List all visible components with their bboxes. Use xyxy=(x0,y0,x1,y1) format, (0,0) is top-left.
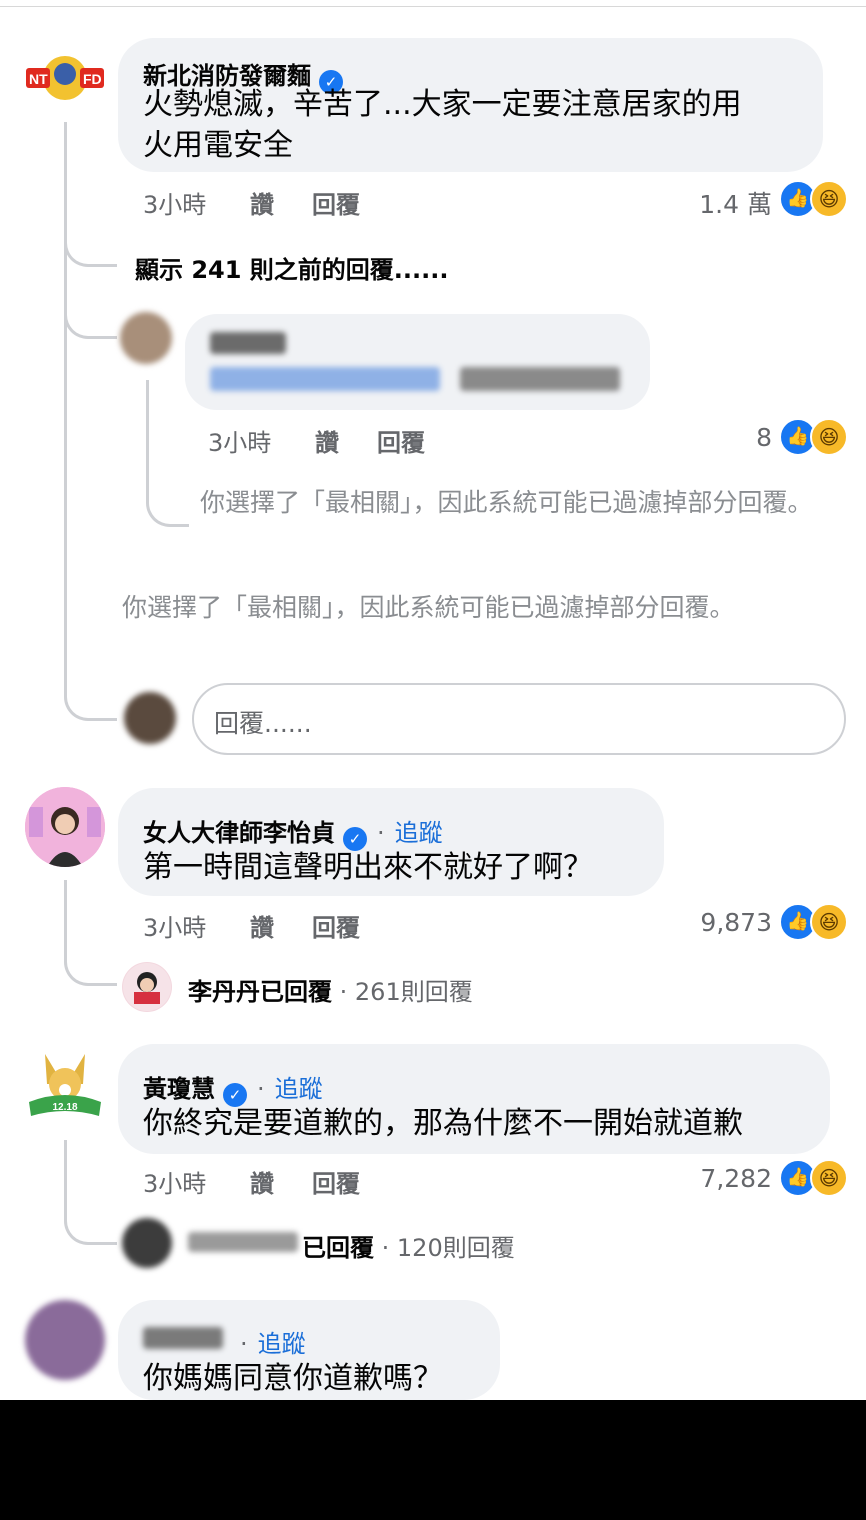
svg-text:NT: NT xyxy=(29,71,48,87)
reply-text-redacted xyxy=(460,367,620,391)
thread-line xyxy=(64,122,67,682)
haha-reaction-icon: 😆 xyxy=(810,418,848,456)
like-button[interactable]: 讚 xyxy=(250,1164,274,1199)
filter-note: 你選擇了「最相關」，因此系統可能已過濾掉部分回覆。 xyxy=(122,593,735,622)
thread-connector xyxy=(146,480,189,527)
comment-author[interactable]: 女人大律師李怡貞 ✓ · 追蹤 xyxy=(143,813,443,851)
avatar-huang[interactable]: 12.18 xyxy=(25,1044,105,1124)
reaction-count[interactable]: 8 xyxy=(720,423,772,452)
haha-reaction-icon: 😆 xyxy=(810,180,848,218)
reply-text-redacted xyxy=(210,367,440,391)
haha-reaction-icon: 😆 xyxy=(810,1159,848,1197)
like-button[interactable]: 讚 xyxy=(250,185,274,220)
reaction-count[interactable]: 1.4 萬 xyxy=(680,185,772,221)
replied-summary[interactable]: 李丹丹已回覆 · 261則回覆 xyxy=(188,972,473,1007)
bottom-black-area xyxy=(0,1400,866,1520)
comment-text: 你終究是要道歉的，那為什麼不一開始就道歉 xyxy=(143,1106,743,1141)
reply-button[interactable]: 回覆 xyxy=(312,185,360,220)
svg-text:12.18: 12.18 xyxy=(52,1102,77,1113)
like-button[interactable]: 讚 xyxy=(315,423,339,458)
comment-text: 火用電安全 xyxy=(143,128,293,163)
haha-reaction-icon: 😆 xyxy=(810,903,848,941)
follow-link[interactable]: 追蹤 xyxy=(275,1075,323,1103)
follow-link[interactable]: 追蹤 xyxy=(258,1330,306,1358)
thread-connector xyxy=(64,680,117,721)
reply-button[interactable]: 回覆 xyxy=(312,1164,360,1199)
reaction-count[interactable]: 7,282 xyxy=(680,1164,772,1193)
like-button[interactable]: 讚 xyxy=(250,908,274,943)
thread-connector xyxy=(64,224,117,267)
replier-name-redacted xyxy=(188,1232,298,1252)
top-divider xyxy=(0,6,866,7)
reply-time[interactable]: 3小時 xyxy=(208,423,271,458)
reply-author-redacted xyxy=(210,332,286,354)
filter-note: 你選擇了「最相關」，因此系統可能已過濾掉部分回覆。 xyxy=(200,488,813,517)
comment-time[interactable]: 3小時 xyxy=(143,1164,206,1199)
comment-text: 你媽媽同意你道歉嗎？ xyxy=(143,1361,443,1396)
comment-time[interactable]: 3小時 xyxy=(143,185,206,220)
comment-time[interactable]: 3小時 xyxy=(143,908,206,943)
thread-connector xyxy=(64,290,117,339)
avatar-replier[interactable] xyxy=(122,962,172,1012)
comment-text: 第一時間這聲明出來不就好了啊？ xyxy=(143,850,593,885)
follow-link[interactable]: 追蹤 xyxy=(395,819,443,847)
reply-button[interactable]: 回覆 xyxy=(377,423,425,458)
avatar[interactable] xyxy=(120,312,172,364)
avatar[interactable] xyxy=(25,1300,105,1380)
comment-author[interactable]: · 追蹤 xyxy=(230,1324,306,1359)
reply-input-placeholder: 回覆...... xyxy=(214,709,312,738)
comment-author-redacted xyxy=(143,1327,223,1349)
show-previous-replies[interactable]: 顯示 241 則之前的回覆...... xyxy=(135,250,449,285)
comment-text: 火勢熄滅，辛苦了...大家一定要注意居家的用 xyxy=(143,87,742,122)
thread-connector xyxy=(64,1200,117,1245)
avatar-ntfd[interactable]: NT FD xyxy=(24,48,106,108)
reply-bubble[interactable] xyxy=(185,314,650,410)
thread-line xyxy=(146,380,149,490)
thread-line xyxy=(64,880,67,955)
thread-connector xyxy=(64,945,117,986)
avatar-lawyer[interactable] xyxy=(25,787,105,867)
replied-summary[interactable]: 已回覆 · 120則回覆 xyxy=(302,1228,515,1263)
avatar-replier[interactable] xyxy=(122,1218,172,1268)
comment-author[interactable]: 黃瓊慧 ✓ · 追蹤 xyxy=(143,1069,323,1107)
reaction-count[interactable]: 9,873 xyxy=(680,908,772,937)
current-user-avatar xyxy=(124,692,176,744)
svg-text:FD: FD xyxy=(83,71,102,87)
reply-button[interactable]: 回覆 xyxy=(312,908,360,943)
